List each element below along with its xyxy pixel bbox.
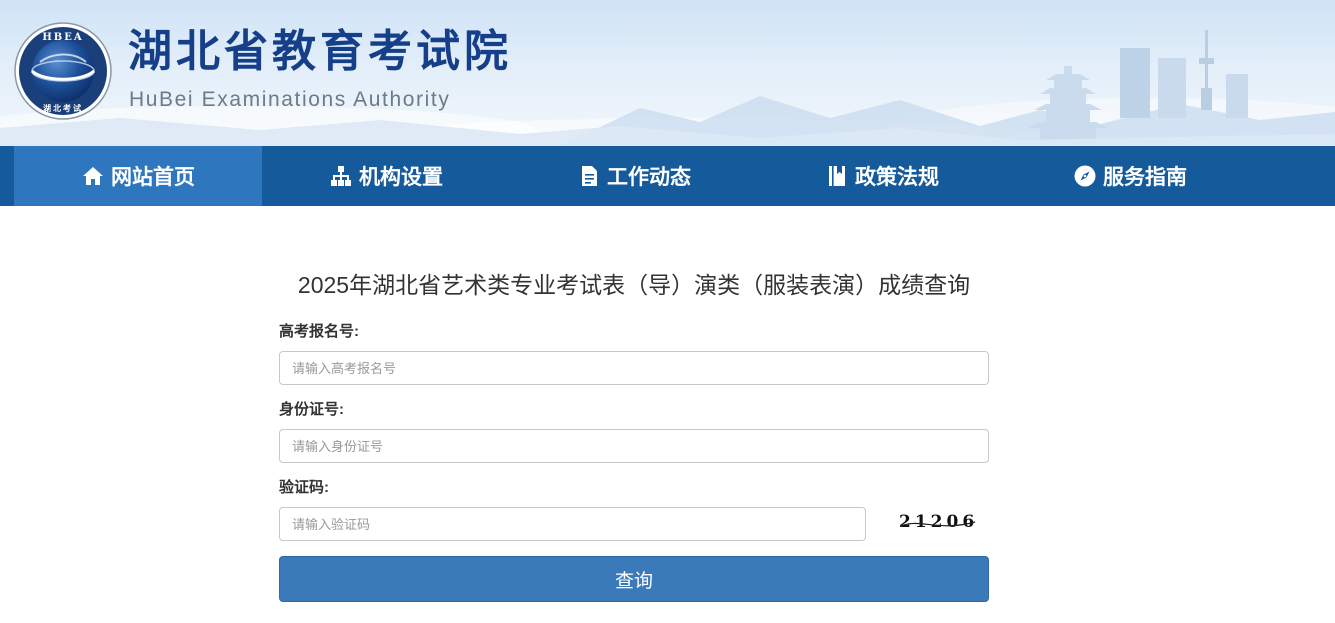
header-banner: HBEA 湖北考试 湖北省教育考试院 HuBei Examinations Au…: [0, 0, 1335, 146]
captcha-group: 验证码: 21206: [279, 478, 989, 541]
id-number-label: 身份证号:: [279, 401, 344, 418]
compass-icon: [1073, 164, 1097, 188]
main-nav: 网站首页 机构设置 工作动态 政策法规 服务指南: [0, 146, 1335, 206]
query-button[interactable]: 查询: [279, 556, 989, 602]
captcha-row: 21206: [279, 507, 989, 541]
captcha-label: 验证码:: [279, 479, 329, 496]
document-icon: [577, 164, 601, 188]
nav-item-label: 服务指南: [1103, 166, 1187, 189]
captcha-code: 21206: [899, 512, 979, 532]
nav-item-label: 网站首页: [111, 166, 195, 189]
org-chart-icon: [329, 164, 353, 188]
captcha-input[interactable]: [279, 507, 866, 541]
exam-number-input[interactable]: [279, 351, 989, 385]
nav-item-organization[interactable]: 机构设置: [262, 146, 510, 206]
emblem-text-top: HBEA: [42, 32, 83, 43]
exam-number-label: 高考报名号:: [279, 323, 359, 340]
nav-item-label: 政策法规: [855, 166, 939, 189]
id-number-group: 身份证号:: [279, 400, 989, 463]
emblem-text-bottom: 湖北考试: [43, 103, 83, 113]
nav-item-label: 工作动态: [607, 166, 691, 189]
score-query-form: 高考报名号: 身份证号: 验证码: 21206 查询: [279, 322, 989, 602]
org-name-en: HuBei Examinations Authority: [129, 88, 451, 111]
nav-item-service-guide[interactable]: 服务指南: [1006, 146, 1254, 206]
page-title: 2025年湖北省艺术类专业考试表（导）演类（服装表演）成绩查询: [297, 272, 971, 298]
nav-item-news[interactable]: 工作动态: [510, 146, 758, 206]
exam-number-group: 高考报名号:: [279, 322, 989, 385]
nav-item-label: 机构设置: [359, 166, 443, 189]
org-name-cn: 湖北省教育考试院: [128, 26, 512, 77]
nav-item-policies[interactable]: 政策法规: [758, 146, 1006, 206]
main-content: 2025年湖北省艺术类专业考试表（导）演类（服装表演）成绩查询 高考报名号: 身…: [0, 206, 1335, 623]
hbea-logo-icon: HBEA 湖北考试: [14, 22, 112, 120]
nav-item-home[interactable]: 网站首页: [14, 146, 262, 206]
home-icon: [81, 164, 105, 188]
id-number-input[interactable]: [279, 429, 989, 463]
book-icon: [825, 164, 849, 188]
captcha-image[interactable]: 21206: [899, 510, 977, 538]
